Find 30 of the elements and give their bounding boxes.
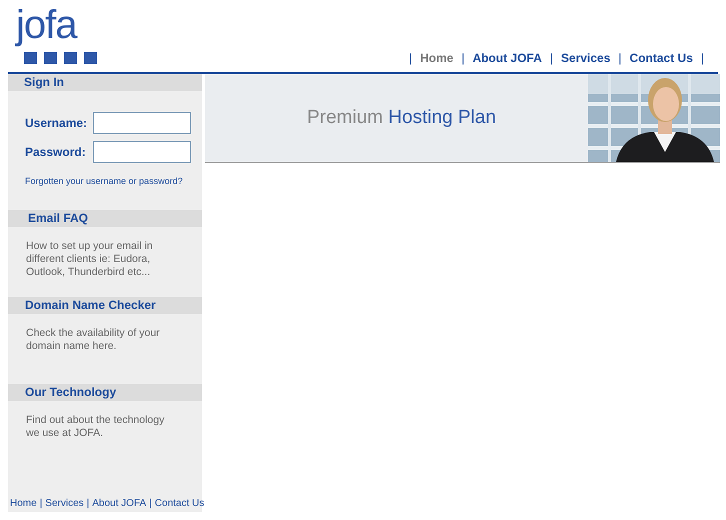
banner-title: Premium Hosting Plan bbox=[306, 106, 498, 130]
nav-link[interactable]: Services bbox=[561, 49, 610, 67]
section-header: Domain Name Checker bbox=[8, 296, 202, 314]
nav-link[interactable]: About JOFA bbox=[472, 49, 542, 67]
footer-separator: | bbox=[40, 497, 42, 511]
section-header: Our Technology bbox=[8, 384, 202, 400]
section-text: Find out about the technology we use at JOFA. bbox=[25, 412, 166, 440]
section-text: Check the availability of your domain name here. bbox=[25, 326, 161, 354]
forgot-password-link[interactable]: Forgotten your username or password? bbox=[25, 175, 202, 188]
password-field[interactable] bbox=[93, 140, 191, 162]
footer-link[interactable]: Services bbox=[45, 496, 84, 511]
nav-separator: | bbox=[408, 50, 414, 67]
username-label: Username: bbox=[25, 114, 88, 132]
logo[interactable]: jofa bbox=[16, 6, 100, 64]
footer-link[interactable]: About JOFA bbox=[92, 496, 146, 511]
nav-separator: | bbox=[617, 50, 623, 67]
nav-link[interactable]: Contact Us bbox=[630, 49, 693, 67]
nav-separator: | bbox=[460, 50, 466, 67]
nav-link[interactable]: Home bbox=[420, 49, 454, 67]
password-label: Password: bbox=[25, 144, 87, 160]
nav-separator: | bbox=[548, 50, 554, 67]
section-header: Sign In bbox=[8, 74, 202, 91]
footer-separator: | bbox=[149, 497, 152, 511]
section-header: Email FAQ bbox=[8, 210, 202, 226]
section-text: How to set up your email in different clients ie: Eudora, Outlook, Thunderbird etc... bbox=[25, 238, 154, 280]
footer-separator: | bbox=[86, 497, 90, 511]
footer-link[interactable]: Home bbox=[10, 496, 37, 511]
footer-link[interactable]: Contact Us bbox=[154, 496, 204, 511]
username-field[interactable] bbox=[93, 112, 191, 134]
nav-separator: | bbox=[700, 50, 704, 67]
